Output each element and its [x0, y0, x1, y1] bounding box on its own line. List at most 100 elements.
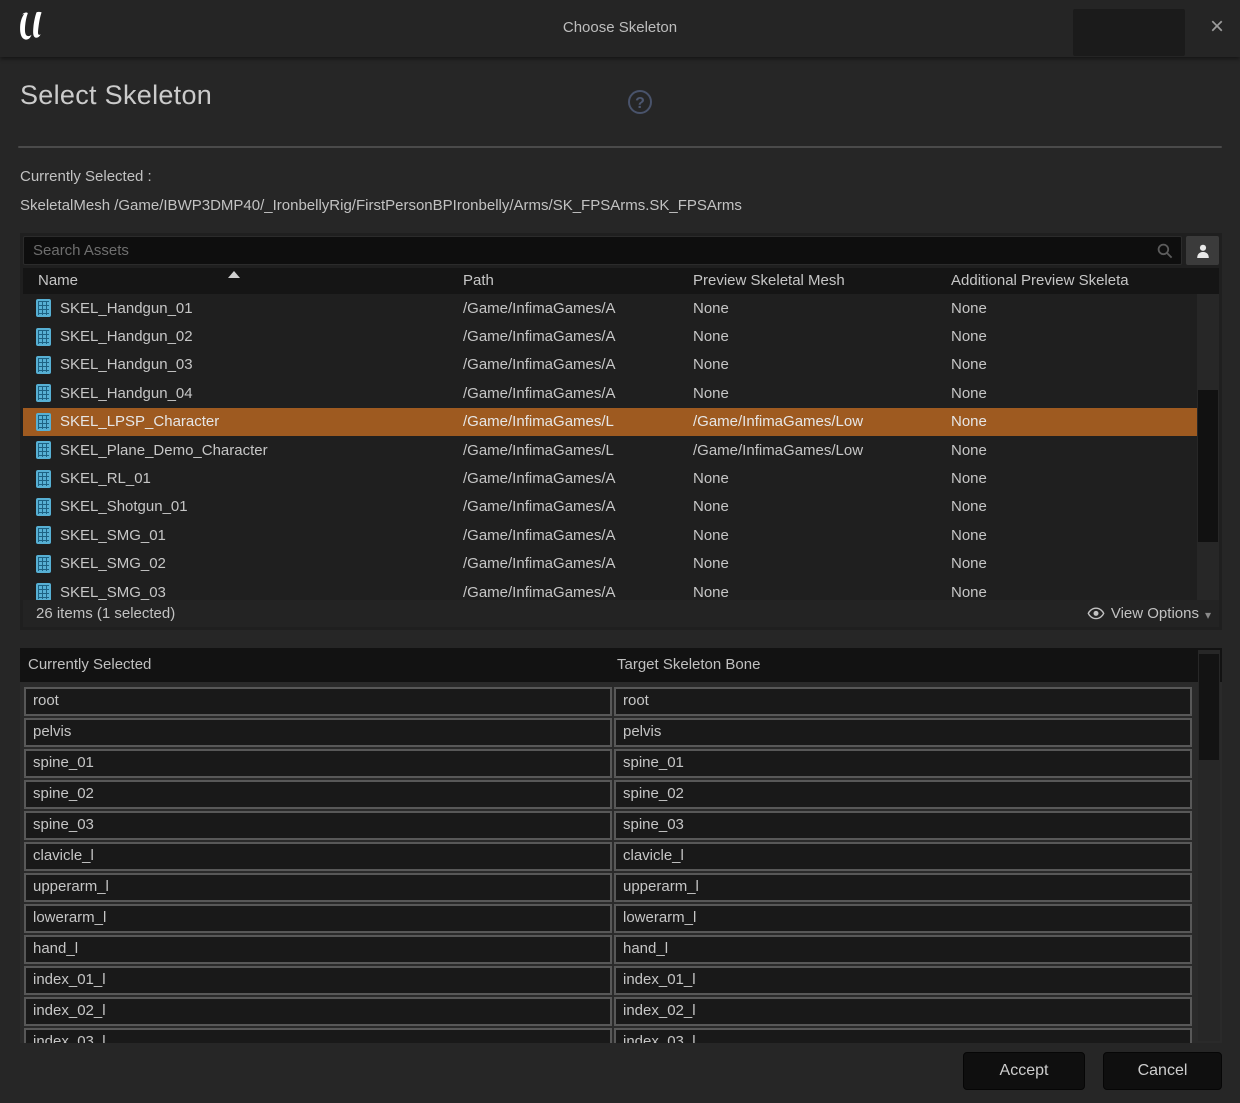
asset-preview-mesh: None	[693, 385, 951, 402]
bone-source-cell: spine_03	[24, 811, 612, 840]
asset-name-cell: SKEL_Shotgun_01	[23, 498, 463, 516]
asset-preview-mesh: None	[693, 498, 951, 515]
skeleton-asset-icon	[36, 583, 51, 600]
asset-name-cell: SKEL_RL_01	[23, 470, 463, 488]
asset-row[interactable]: SKEL_Handgun_04/Game/InfimaGames/ANoneNo…	[23, 379, 1197, 407]
bone-target-cell: lowerarm_l	[614, 904, 1192, 933]
bone-source-cell: clavicle_l	[24, 842, 612, 871]
column-header-path[interactable]: Path	[463, 268, 693, 294]
skeleton-asset-icon	[36, 384, 51, 402]
asset-name-cell: SKEL_Handgun_04	[23, 384, 463, 402]
asset-name: SKEL_Handgun_01	[60, 300, 193, 317]
currently-selected-label: Currently Selected :	[20, 168, 152, 185]
asset-row[interactable]: SKEL_RL_01/Game/InfimaGames/ANoneNone	[23, 464, 1197, 492]
asset-row[interactable]: SKEL_Handgun_01/Game/InfimaGames/ANoneNo…	[23, 294, 1197, 322]
asset-name-cell: SKEL_Handgun_03	[23, 356, 463, 374]
bone-source-cell: root	[24, 687, 612, 716]
bone-mapping-panel: Currently Selected Target Skeleton Bone …	[20, 648, 1222, 1043]
asset-path: /Game/InfimaGames/A	[463, 498, 693, 515]
asset-row[interactable]: SKEL_Shotgun_01/Game/InfimaGames/ANoneNo…	[23, 493, 1197, 521]
bone-source-cell: index_02_l	[24, 997, 612, 1026]
asset-list-scrollbar[interactable]	[1197, 294, 1219, 600]
currently-selected-path: SkeletalMesh /Game/IBWP3DMP40/_Ironbelly…	[20, 197, 742, 214]
asset-scrollbar-thumb[interactable]	[1198, 390, 1218, 542]
asset-additional-preview: None	[951, 555, 1197, 572]
bone-target-cell: spine_02	[614, 780, 1192, 809]
accept-button[interactable]: Accept	[963, 1052, 1085, 1090]
asset-additional-preview: None	[951, 356, 1197, 373]
bone-target-cell: index_01_l	[614, 966, 1192, 995]
asset-preview-mesh: None	[693, 300, 951, 317]
search-input[interactable]	[24, 237, 1181, 264]
close-icon[interactable]: ×	[1202, 13, 1232, 43]
skeleton-asset-icon	[36, 328, 51, 346]
bone-row: index_01_lindex_01_l	[24, 966, 1192, 995]
asset-list: SKEL_Handgun_01/Game/InfimaGames/ANoneNo…	[23, 294, 1197, 600]
column-header-preview-mesh[interactable]: Preview Skeletal Mesh	[693, 268, 951, 294]
asset-row[interactable]: SKEL_LPSP_Character/Game/InfimaGames/L/G…	[23, 408, 1197, 436]
bone-source-cell: spine_01	[24, 749, 612, 778]
asset-row[interactable]: SKEL_SMG_01/Game/InfimaGames/ANoneNone	[23, 521, 1197, 549]
bone-scrollbar-thumb[interactable]	[1199, 654, 1219, 760]
asset-name: SKEL_Shotgun_01	[60, 498, 188, 515]
asset-name-cell: SKEL_Handgun_02	[23, 328, 463, 346]
asset-name-cell: SKEL_SMG_02	[23, 555, 463, 573]
bone-target-cell: root	[614, 687, 1192, 716]
bone-row: pelvispelvis	[24, 718, 1192, 747]
asset-path: /Game/InfimaGames/A	[463, 584, 693, 600]
asset-name: SKEL_Plane_Demo_Character	[60, 442, 268, 459]
asset-name-cell: SKEL_SMG_01	[23, 526, 463, 544]
asset-row[interactable]: SKEL_SMG_02/Game/InfimaGames/ANoneNone	[23, 550, 1197, 578]
asset-row[interactable]: SKEL_Plane_Demo_Character/Game/InfimaGam…	[23, 436, 1197, 464]
skeleton-asset-icon	[36, 498, 51, 516]
bone-source-cell: lowerarm_l	[24, 904, 612, 933]
asset-row[interactable]: SKEL_Handgun_02/Game/InfimaGames/ANoneNo…	[23, 322, 1197, 350]
asset-path: /Game/InfimaGames/A	[463, 385, 693, 402]
skeleton-asset-icon	[36, 441, 51, 459]
skeleton-asset-icon	[36, 299, 51, 317]
asset-filter-button[interactable]	[1186, 236, 1219, 265]
asset-name: SKEL_Handgun_02	[60, 328, 193, 345]
asset-preview-mesh: None	[693, 584, 951, 600]
asset-additional-preview: None	[951, 470, 1197, 487]
column-header-target-skeleton-bone: Target Skeleton Bone	[617, 656, 760, 673]
bone-target-cell: hand_l	[614, 935, 1192, 964]
bone-source-cell: index_03_l	[24, 1028, 612, 1043]
choose-skeleton-dialog: { "titlebar": { "title": "Choose Skeleto…	[0, 0, 1240, 1103]
bone-list-scrollbar[interactable]	[1198, 650, 1220, 1041]
asset-row[interactable]: SKEL_Handgun_03/Game/InfimaGames/ANoneNo…	[23, 351, 1197, 379]
asset-path: /Game/InfimaGames/A	[463, 555, 693, 572]
skeleton-asset-icon	[36, 555, 51, 573]
skeleton-asset-icon	[36, 356, 51, 374]
asset-name: SKEL_Handgun_04	[60, 385, 193, 402]
asset-path: /Game/InfimaGames/A	[463, 328, 693, 345]
asset-list-header: Name Path Preview Skeletal Mesh Addition…	[23, 268, 1219, 294]
asset-additional-preview: None	[951, 413, 1197, 430]
bone-row: hand_lhand_l	[24, 935, 1192, 964]
asset-name: SKEL_SMG_01	[60, 527, 166, 544]
bone-source-cell: index_01_l	[24, 966, 612, 995]
asset-name-cell: SKEL_SMG_03	[23, 583, 463, 600]
skeleton-asset-icon	[36, 413, 51, 431]
bone-row: index_03_lindex_03_l	[24, 1028, 1192, 1043]
asset-additional-preview: None	[951, 527, 1197, 544]
chevron-down-icon: ▾	[1205, 608, 1211, 622]
help-icon[interactable]: ?	[628, 90, 652, 114]
skeleton-asset-icon	[36, 526, 51, 544]
asset-additional-preview: None	[951, 584, 1197, 600]
asset-additional-preview: None	[951, 300, 1197, 317]
column-header-additional-preview[interactable]: Additional Preview Skeleta	[951, 268, 1219, 294]
cancel-button[interactable]: Cancel	[1103, 1052, 1222, 1090]
column-header-name[interactable]: Name	[23, 268, 463, 294]
bone-target-cell: clavicle_l	[614, 842, 1192, 871]
titlebar: Choose Skeleton ×	[0, 0, 1240, 57]
bone-list: rootrootpelvispelvisspine_01spine_01spin…	[20, 682, 1222, 1043]
bone-source-cell: hand_l	[24, 935, 612, 964]
view-options-button[interactable]: View Options ▾	[1087, 605, 1211, 622]
items-count: 26 items (1 selected)	[36, 605, 175, 622]
asset-row[interactable]: SKEL_SMG_03/Game/InfimaGames/ANoneNone	[23, 578, 1197, 600]
asset-name-cell: SKEL_Plane_Demo_Character	[23, 441, 463, 459]
asset-preview-mesh: /Game/InfimaGames/Low	[693, 442, 951, 459]
asset-preview-mesh: None	[693, 527, 951, 544]
skeleton-asset-icon	[36, 470, 51, 488]
